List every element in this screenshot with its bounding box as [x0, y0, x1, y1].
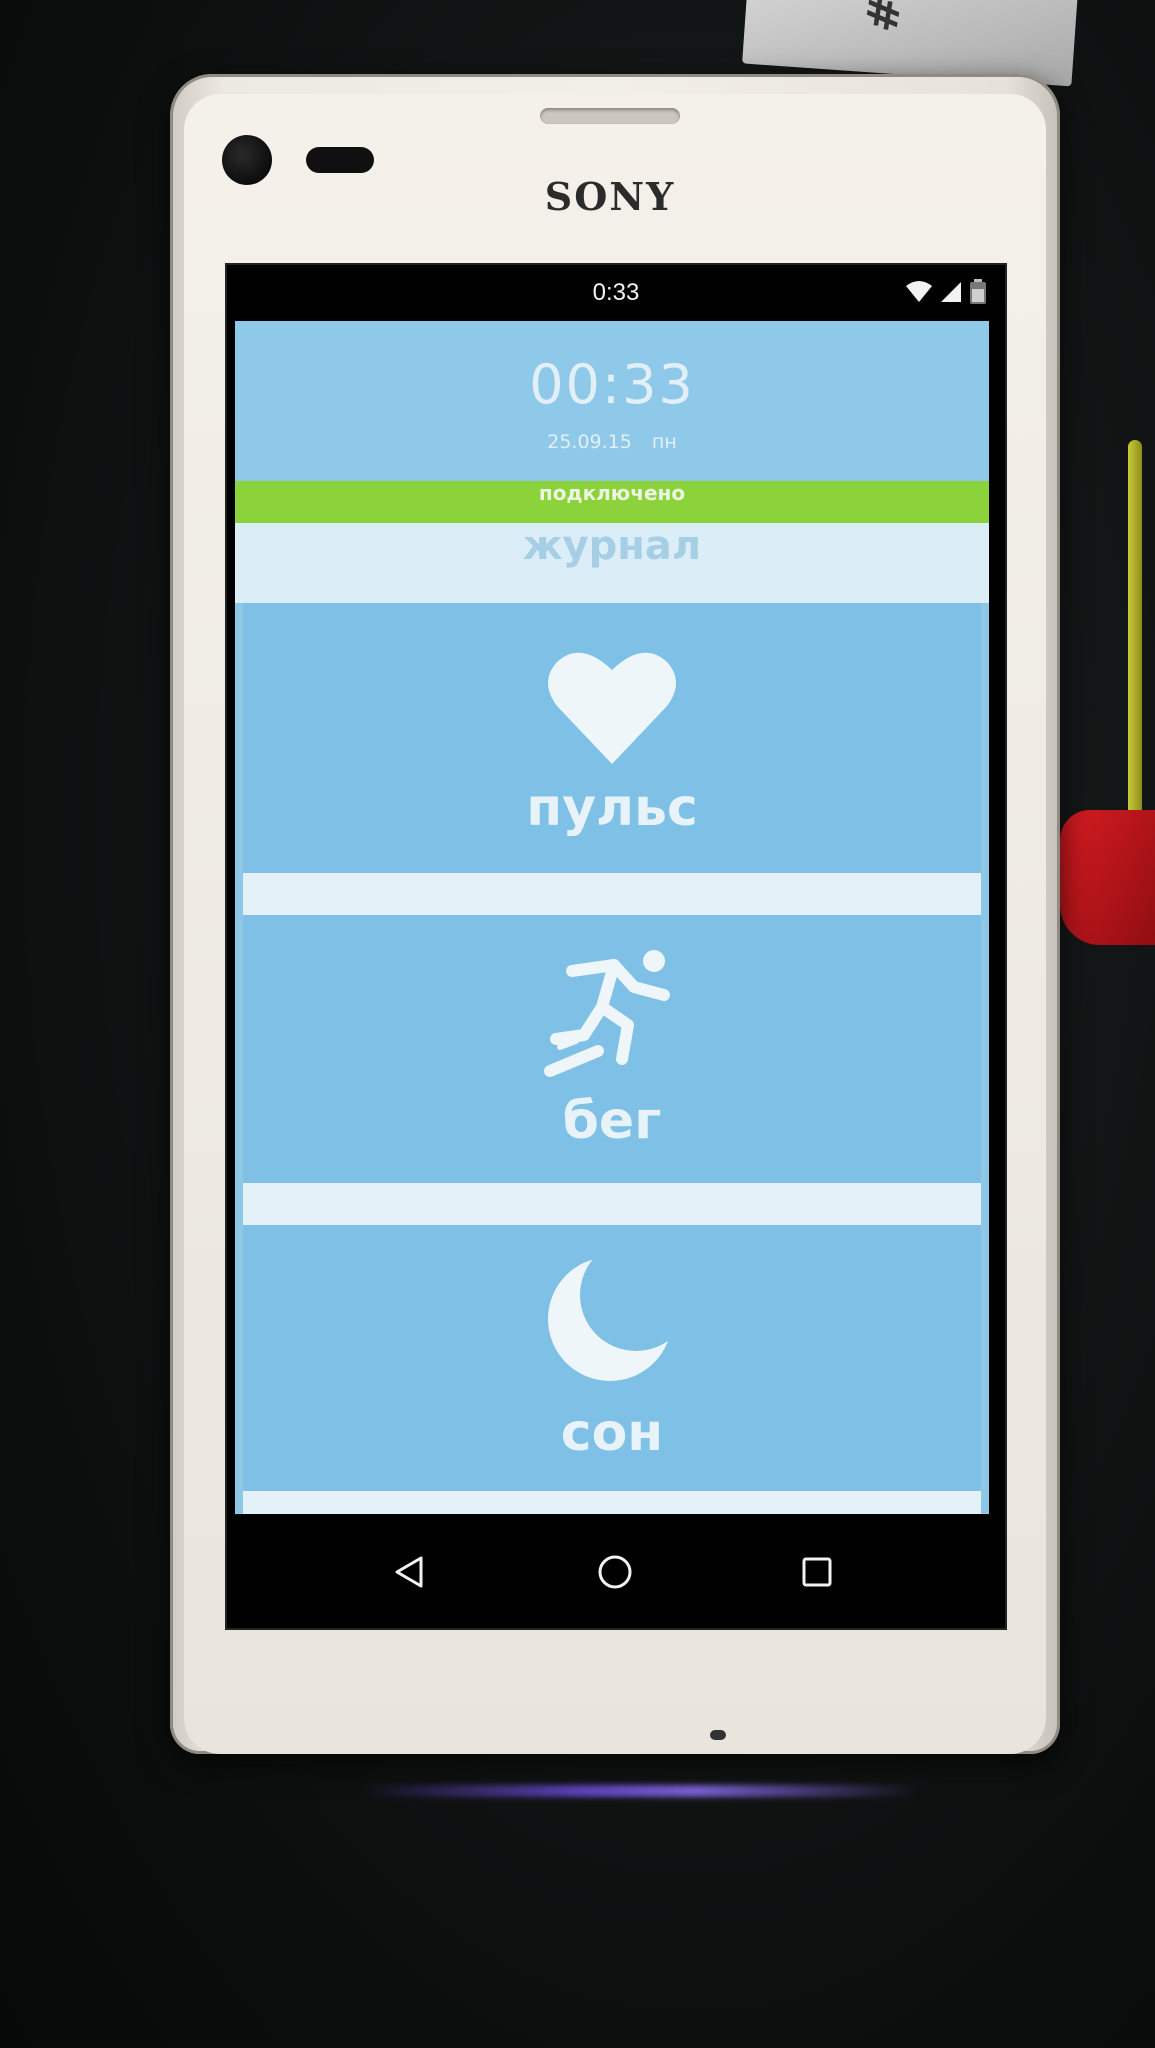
status-time: 0:33	[592, 279, 640, 306]
phone-screen: 0:33 00:33 25.09.15 пн подключено журнал…	[225, 263, 1007, 1630]
back-button[interactable]	[379, 1544, 439, 1604]
battery-icon	[969, 279, 987, 305]
crescent-moon-icon	[243, 1247, 981, 1387]
status-icons	[905, 279, 987, 305]
yellow-cable	[1128, 440, 1142, 830]
log-button[interactable]: журнал	[235, 523, 989, 603]
clock-area: 00:33 25.09.15 пн	[235, 321, 989, 481]
sleep-label: сон	[560, 1403, 664, 1463]
divider	[243, 873, 981, 915]
microphone-hole	[710, 1730, 726, 1740]
clock-time: 00:33	[529, 353, 695, 416]
pulse-label: пульс	[526, 778, 698, 838]
wifi-icon	[905, 280, 933, 304]
red-cable-clip	[1060, 810, 1155, 945]
connection-status-bar: подключено	[235, 481, 989, 523]
photo-scene: # SONY 0:33 00:33 25.09.15 пн подключено…	[0, 0, 1155, 2048]
pulse-button[interactable]: пульс	[243, 603, 981, 873]
cell-signal-icon	[939, 280, 963, 304]
navigation-bar	[227, 1514, 1005, 1628]
sleep-button[interactable]: сон	[243, 1225, 981, 1491]
home-button[interactable]	[585, 1544, 645, 1604]
status-bar: 0:33	[227, 265, 1005, 321]
running-person-icon	[243, 943, 981, 1083]
home-icon	[595, 1552, 635, 1596]
recent-apps-button[interactable]	[787, 1544, 847, 1604]
divider	[243, 1491, 981, 1514]
app-main: 00:33 25.09.15 пн подключено журнал пуль…	[235, 321, 989, 1514]
earpiece-speaker	[540, 108, 680, 124]
run-label: бег	[562, 1091, 662, 1151]
date-value: 25.09.15	[547, 431, 632, 453]
proximity-sensor	[306, 147, 374, 173]
heart-icon	[243, 648, 981, 766]
weekday-value: пн	[651, 431, 677, 453]
clock-date: 25.09.15 пн	[235, 431, 989, 453]
front-camera	[222, 135, 272, 185]
brand-logo: SONY	[544, 174, 676, 219]
back-icon	[391, 1554, 427, 1594]
run-button[interactable]: бег	[243, 915, 981, 1183]
recent-apps-icon	[799, 1554, 835, 1594]
notification-light	[360, 1785, 920, 1797]
divider	[243, 1183, 981, 1225]
